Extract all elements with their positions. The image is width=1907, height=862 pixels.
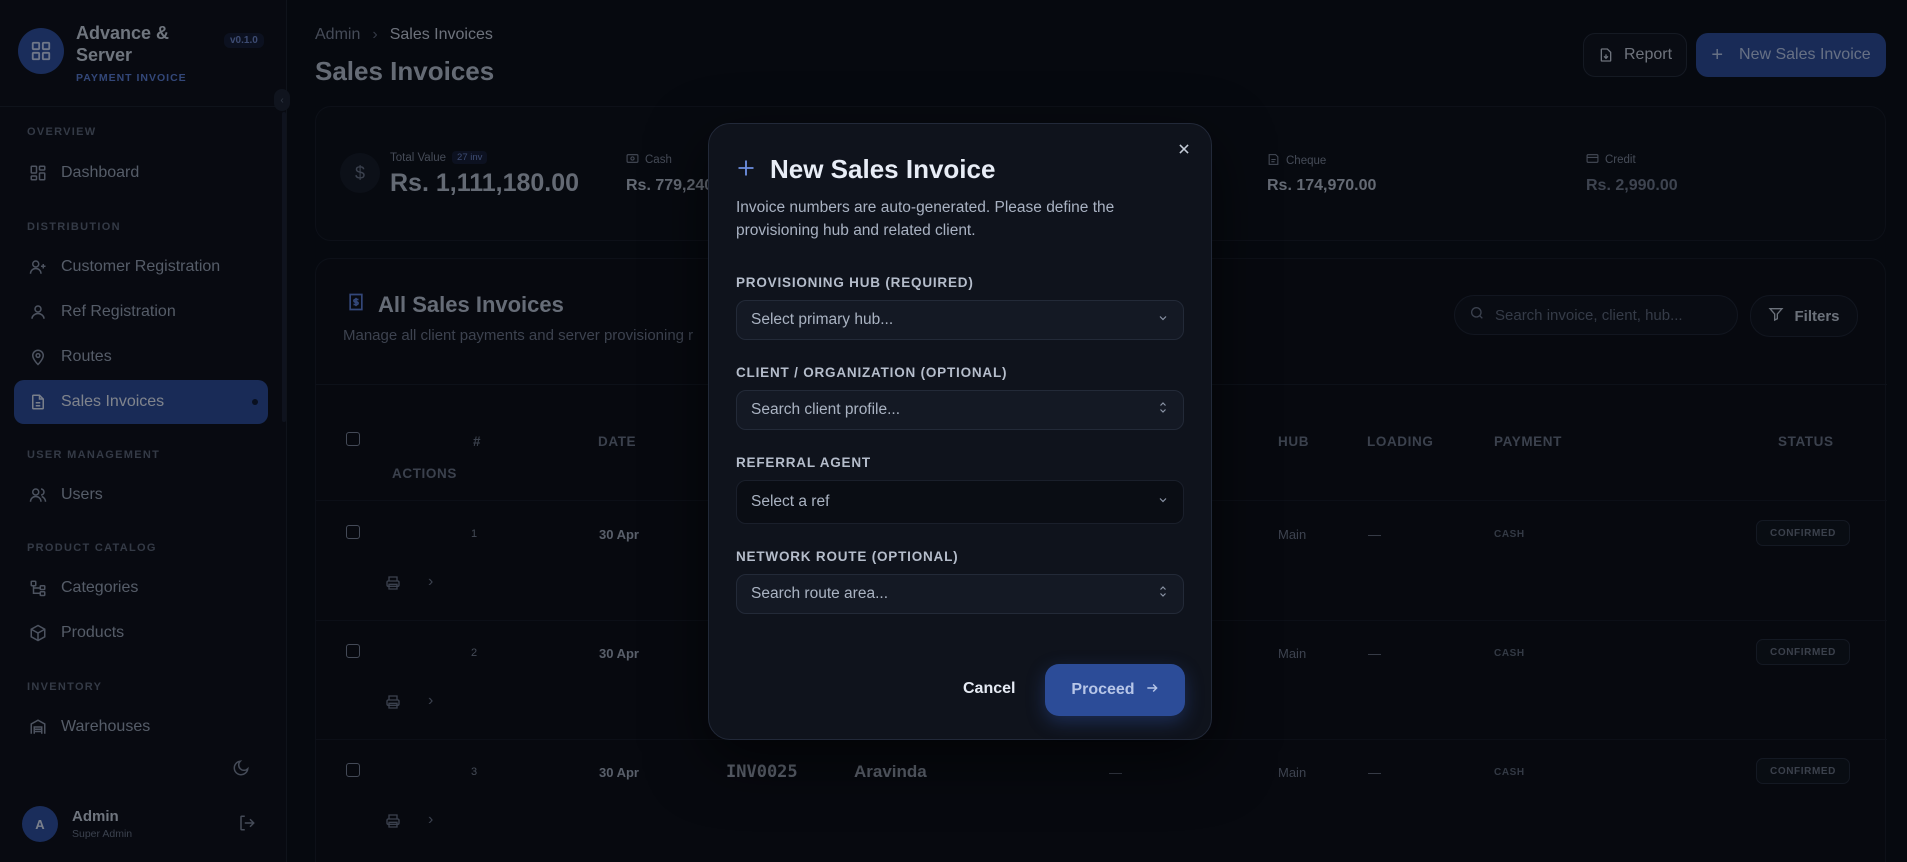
arrow-right-icon xyxy=(1145,681,1159,700)
client-organization-combobox[interactable]: Search client profile... xyxy=(736,390,1184,430)
new-sales-invoice-modal: New Sales Invoice Invoice numbers are au… xyxy=(708,123,1212,740)
plus-icon xyxy=(736,154,756,185)
referral-agent-select[interactable]: Select a ref xyxy=(736,480,1184,524)
provisioning-hub-placeholder: Select primary hub... xyxy=(751,311,894,328)
provisioning-hub-select[interactable]: Select primary hub... xyxy=(736,300,1184,340)
referral-agent-placeholder: Select a ref xyxy=(751,493,830,510)
network-route-combobox[interactable]: Search route area... xyxy=(736,574,1184,614)
provisioning-hub-label: PROVISIONING HUB (REQUIRED) xyxy=(736,275,974,290)
chevrons-up-down-icon xyxy=(1157,401,1169,420)
referral-agent-label: REFERRAL AGENT xyxy=(736,455,871,470)
close-icon[interactable] xyxy=(1177,142,1191,161)
chevrons-up-down-icon xyxy=(1157,585,1169,604)
proceed-button[interactable]: Proceed xyxy=(1045,664,1185,716)
modal-title-text: New Sales Invoice xyxy=(770,154,996,184)
modal-title: New Sales Invoice xyxy=(736,154,995,185)
proceed-label: Proceed xyxy=(1071,681,1135,698)
chevron-down-icon xyxy=(1157,493,1169,511)
chevron-down-icon xyxy=(1157,311,1169,329)
network-route-placeholder: Search route area... xyxy=(751,585,888,602)
client-organization-placeholder: Search client profile... xyxy=(751,401,901,418)
network-route-label: NETWORK ROUTE (OPTIONAL) xyxy=(736,549,959,564)
client-organization-label: CLIENT / ORGANIZATION (OPTIONAL) xyxy=(736,365,1008,380)
modal-description: Invoice numbers are auto-generated. Plea… xyxy=(736,199,1115,239)
cancel-button[interactable]: Cancel xyxy=(963,680,1015,698)
